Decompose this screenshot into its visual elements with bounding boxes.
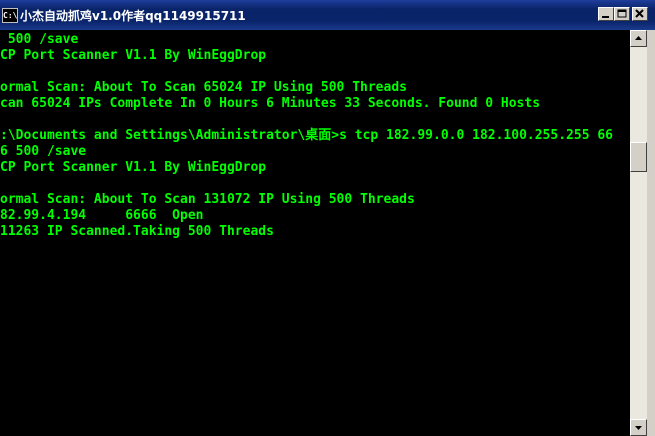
console-system-icon[interactable]: C:\ (2, 8, 18, 23)
console-line: 6 500 /save (0, 144, 87, 159)
vertical-scrollbar[interactable] (630, 30, 647, 436)
console-line: ormal Scan: About To Scan 65024 IP Using… (0, 80, 407, 95)
minimize-button[interactable] (598, 7, 614, 21)
close-button[interactable] (632, 7, 648, 21)
console-line: CP Port Scanner V1.1 By WinEggDrop (0, 48, 267, 63)
scroll-down-button[interactable] (630, 419, 647, 436)
console-line: 11263 IP Scanned.Taking 500 Threads (0, 224, 274, 239)
minimize-icon (602, 16, 609, 18)
window-border (647, 30, 655, 436)
window-title: 小杰自动抓鸡v1.0作者qq1149915711 (20, 9, 246, 23)
console-window: C:\ 小杰自动抓鸡v1.0作者qq1149915711 500 /save C… (0, 0, 655, 436)
maximize-icon (617, 9, 627, 18)
console-line: CP Port Scanner V1.1 By WinEggDrop (0, 160, 267, 175)
console-line: 500 /save (0, 32, 79, 47)
scroll-thumb[interactable] (630, 142, 647, 172)
console-line: can 65024 IPs Complete In 0 Hours 6 Minu… (0, 96, 541, 111)
arrow-up-icon (635, 36, 642, 40)
title-bar[interactable]: C:\ 小杰自动抓鸡v1.0作者qq1149915711 (0, 0, 655, 30)
console-line: :\Documents and Settings\Administrator\桌… (0, 128, 613, 143)
console-line: 82.99.4.194 6666 Open (0, 208, 204, 223)
close-icon (635, 9, 644, 18)
scroll-up-button[interactable] (630, 30, 647, 47)
console-output[interactable]: 500 /save CP Port Scanner V1.1 By WinEgg… (0, 30, 630, 436)
arrow-down-icon (635, 426, 642, 430)
maximize-button[interactable] (614, 7, 630, 21)
console-line: ormal Scan: About To Scan 131072 IP Usin… (0, 192, 415, 207)
